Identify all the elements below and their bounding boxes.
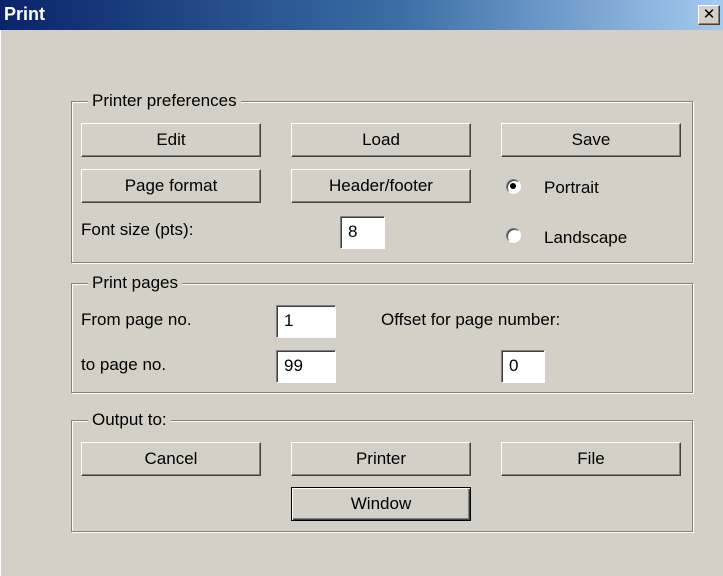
close-button[interactable]: ✕ [698,5,720,25]
file-button[interactable]: File [501,442,681,476]
from-page-label: From page no. [81,310,192,329]
portrait-radio-dot [510,183,516,189]
to-page-input[interactable]: 99 [276,350,336,383]
close-icon: ✕ [702,6,716,23]
offset-page-number-input[interactable]: 0 [501,350,545,383]
printer-button[interactable]: Printer [291,442,471,476]
header-footer-button[interactable]: Header/footer [291,169,471,203]
printer-preferences-legend: Printer preferences [88,90,241,112]
window-button[interactable]: Window [291,487,471,521]
window-title: Print [4,4,46,24]
portrait-radio[interactable] [506,179,521,194]
offset-page-number-label: Offset for page number: [381,310,561,329]
cancel-button[interactable]: Cancel [81,442,261,476]
landscape-radio[interactable] [506,228,521,243]
printer-preferences-group: Printer preferences Edit Load Save Page … [71,90,693,263]
edit-button[interactable]: Edit [81,123,261,157]
page-format-button[interactable]: Page format [81,169,261,203]
to-page-label: to page no. [81,355,167,374]
font-size-label: Font size (pts): [81,220,194,239]
landscape-label[interactable]: Landscape [544,227,627,249]
title-bar: Print ✕ [0,0,723,30]
load-button[interactable]: Load [291,123,471,157]
font-size-input[interactable]: 8 [340,216,385,249]
print-pages-legend: Print pages [88,272,182,294]
output-to-legend: Output to: [88,409,171,431]
dialog-body: Printer preferences Edit Load Save Page … [0,30,723,576]
print-pages-group: Print pages From page no. 1 Offset for p… [71,272,693,393]
output-to-group: Output to: Cancel Printer File Window [71,409,693,532]
save-button[interactable]: Save [501,123,681,157]
portrait-label[interactable]: Portrait [544,177,599,199]
from-page-input[interactable]: 1 [276,305,336,338]
